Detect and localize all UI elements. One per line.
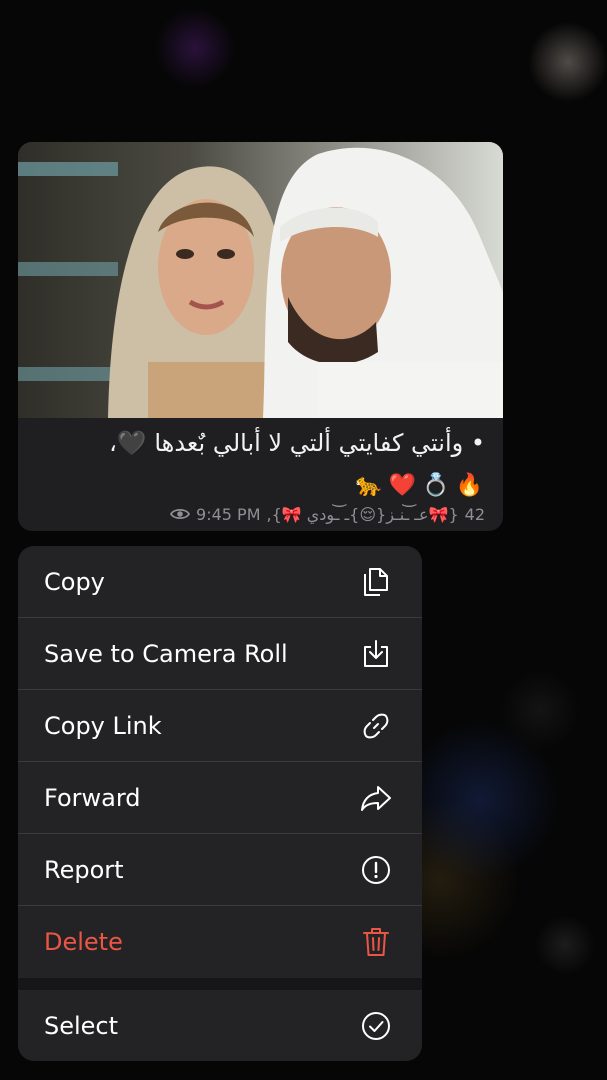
link-icon <box>360 710 392 742</box>
forward-menu-item[interactable]: Forward <box>18 762 422 833</box>
forward-arrow-icon <box>360 782 392 814</box>
caption-emoji-row: 🔥 💍 ❤️ 🐆 <box>355 468 483 502</box>
leopard-emoji: 🐆 <box>355 472 383 498</box>
eye-icon <box>170 508 191 520</box>
select-label: Select <box>44 1011 119 1040</box>
message-meta: 9:45 PM {🎀عـ ͝͝ـنـز{😌}ـ ͝͝ـودي 🎀}, 42 <box>170 502 485 526</box>
delete-menu-item[interactable]: Delete <box>18 906 422 977</box>
copy-menu-item[interactable]: Copy <box>18 546 422 617</box>
copy-link-menu-item[interactable]: Copy Link <box>18 690 422 761</box>
save-to-camera-roll-menu-item[interactable]: Save to Camera Roll <box>18 618 422 689</box>
message-time: 9:45 PM <box>196 504 261 524</box>
trash-icon <box>360 926 392 958</box>
context-menu: Copy Save to Camera Roll Copy Link Forwa… <box>18 546 422 1061</box>
report-label: Report <box>44 855 124 884</box>
fire-emoji: 🔥 <box>455 472 483 498</box>
copy-label: Copy <box>44 567 105 596</box>
views-indicator <box>170 507 191 521</box>
delete-label: Delete <box>44 927 123 956</box>
ring-emoji: 💍 <box>422 472 450 498</box>
sender-signature: {🎀عـ ͝͝ـنـز{😌}ـ ͝͝ـودي 🎀}, <box>266 504 459 524</box>
copy-icon <box>360 566 392 598</box>
checkmark-circle-icon <box>360 1010 392 1042</box>
save-to-camera-roll-label: Save to Camera Roll <box>44 639 288 668</box>
forward-label: Forward <box>44 783 141 812</box>
heart-emoji: ❤️ <box>388 472 417 498</box>
message-caption: • وأنتي كفايتي ألتي لا أبالي بٌعدها 🖤، <box>109 429 485 457</box>
photo-illustration <box>18 142 503 418</box>
menu-group-separator <box>18 978 422 990</box>
select-menu-item[interactable]: Select <box>18 990 422 1061</box>
report-menu-item[interactable]: Report <box>18 834 422 905</box>
copy-link-label: Copy Link <box>44 711 162 740</box>
message-bubble[interactable]: • وأنتي كفايتي ألتي لا أبالي بٌعدها 🖤، 🔥… <box>18 142 503 531</box>
exclamation-circle-icon <box>360 854 392 886</box>
message-photo[interactable] <box>18 142 503 418</box>
save-download-icon <box>360 638 392 670</box>
reactions-count: 42 <box>464 504 485 524</box>
